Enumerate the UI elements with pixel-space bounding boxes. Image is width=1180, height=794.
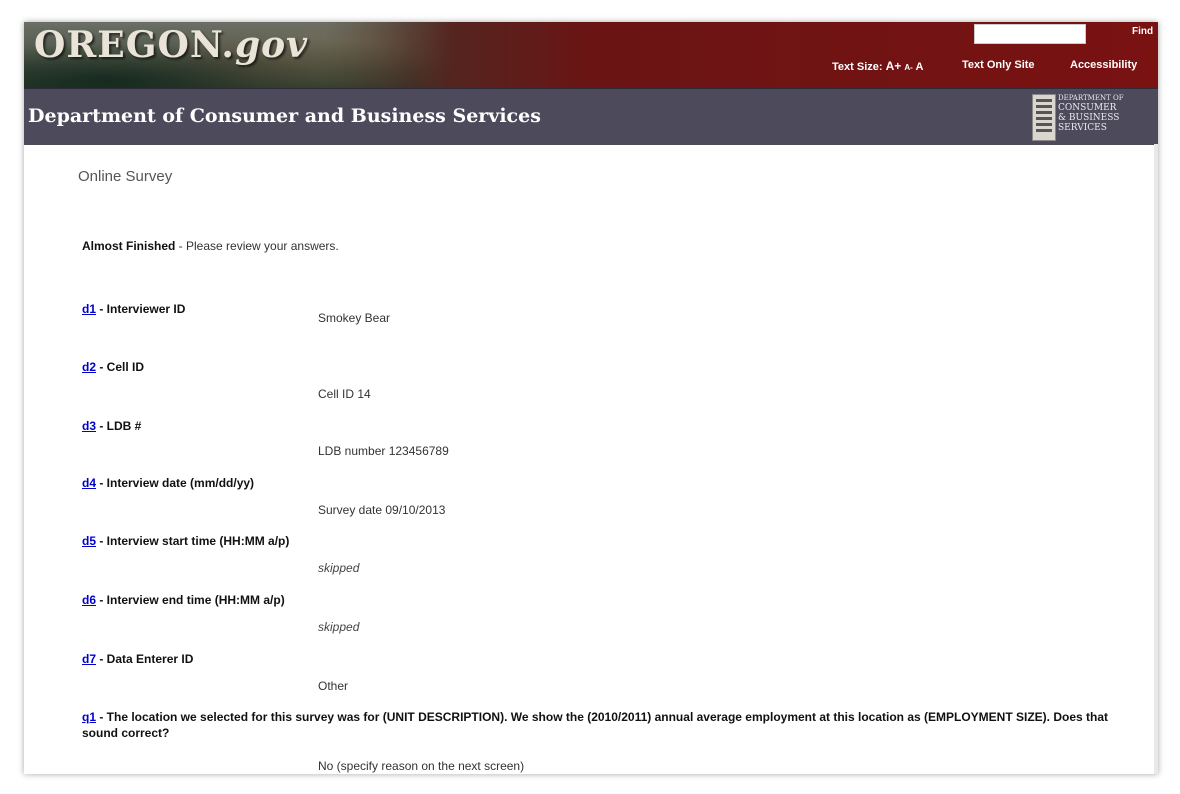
dept-logo-line1: Department of [1058, 94, 1124, 102]
question-d4-answer: Survey date 09/10/2013 [318, 503, 446, 517]
question-d2-answer: Cell ID 14 [318, 387, 371, 401]
review-status-message: Almost Finished - Please review your ans… [82, 239, 339, 253]
department-header: Department of Consumer and Business Serv… [24, 88, 1158, 145]
page-title: Online Survey [78, 168, 173, 185]
find-button[interactable]: Find [1132, 26, 1153, 37]
question-d7-link[interactable]: d7 [82, 652, 96, 666]
question-q1-label: q1 - The location we selected for this s… [82, 709, 1122, 741]
question-d3-link[interactable]: d3 [82, 419, 96, 433]
department-logo[interactable]: Department of Consumer & Business Servic… [1058, 93, 1124, 133]
department-title[interactable]: Department of Consumer and Business Serv… [28, 105, 541, 127]
question-d5-label: d5 - Interview start time (HH:MM a/p) [82, 534, 289, 548]
dept-logo-line2: Consumer [1058, 103, 1117, 113]
dept-logo-line3: & Business [1058, 113, 1120, 123]
browser-page: OREGON.gov Find Text Size: A+ A- A Text … [24, 22, 1158, 774]
question-d7-text: - Data Enterer ID [96, 652, 194, 666]
question-d5-text: - Interview start time (HH:MM a/p) [96, 534, 290, 548]
question-d5-answer: skipped [318, 561, 360, 575]
text-size-normal-button[interactable]: A [915, 61, 923, 73]
question-d1-text: - Interviewer ID [96, 302, 186, 316]
department-seal-icon [1032, 94, 1056, 141]
survey-review-content: Online Survey Almost Finished - Please r… [24, 144, 1152, 774]
text-size-small-button[interactable]: A- [904, 63, 912, 72]
text-size-large-button[interactable]: A+ [886, 59, 902, 73]
question-d4-label: d4 - Interview date (mm/dd/yy) [82, 476, 254, 490]
question-d4-link[interactable]: d4 [82, 476, 96, 490]
logo-gov-text: gov [234, 24, 309, 66]
vertical-scrollbar[interactable] [1154, 144, 1158, 774]
oregon-gov-logo[interactable]: OREGON.gov [34, 24, 308, 66]
dept-logo-line4: Services [1058, 123, 1107, 133]
question-d7-answer: Other [318, 679, 349, 693]
question-d1-label: d1 - Interviewer ID [82, 302, 185, 316]
question-d6-link[interactable]: d6 [82, 593, 96, 607]
question-d1-link[interactable]: d1 [82, 302, 96, 316]
text-size-label: Text Size: [832, 61, 883, 73]
site-search-input[interactable] [974, 24, 1086, 44]
question-d2-label: d2 - Cell ID [82, 360, 144, 374]
question-d2-text: - Cell ID [96, 360, 145, 374]
question-d7-label: d7 - Data Enterer ID [82, 652, 193, 666]
question-d3-answer: LDB number 123456789 [318, 444, 449, 458]
question-d6-answer: skipped [318, 620, 360, 634]
question-d4-text: - Interview date (mm/dd/yy) [96, 476, 255, 490]
question-d5-link[interactable]: d5 [82, 534, 96, 548]
question-d3-label: d3 - LDB # [82, 419, 141, 433]
logo-main-text: OREGON. [34, 24, 235, 66]
accessibility-link[interactable]: Accessibility [1070, 59, 1137, 71]
status-bold-text: Almost Finished [82, 239, 176, 253]
question-d6-label: d6 - Interview end time (HH:MM a/p) [82, 593, 285, 607]
question-d3-text: - LDB # [96, 419, 142, 433]
site-banner: OREGON.gov Find Text Size: A+ A- A Text … [24, 22, 1158, 88]
text-size-control: Text Size: A+ A- A [832, 59, 923, 73]
status-rest-text: - Please review your answers. [175, 239, 339, 253]
question-d2-link[interactable]: d2 [82, 360, 96, 374]
question-d1-answer: Smokey Bear [318, 311, 391, 325]
question-q1-link[interactable]: q1 [82, 710, 96, 724]
text-only-site-link[interactable]: Text Only Site [962, 59, 1035, 71]
question-q1-text: - The location we selected for this surv… [82, 710, 1109, 740]
question-q1-answer: No (specify reason on the next screen) [318, 759, 525, 773]
question-d6-text: - Interview end time (HH:MM a/p) [96, 593, 285, 607]
